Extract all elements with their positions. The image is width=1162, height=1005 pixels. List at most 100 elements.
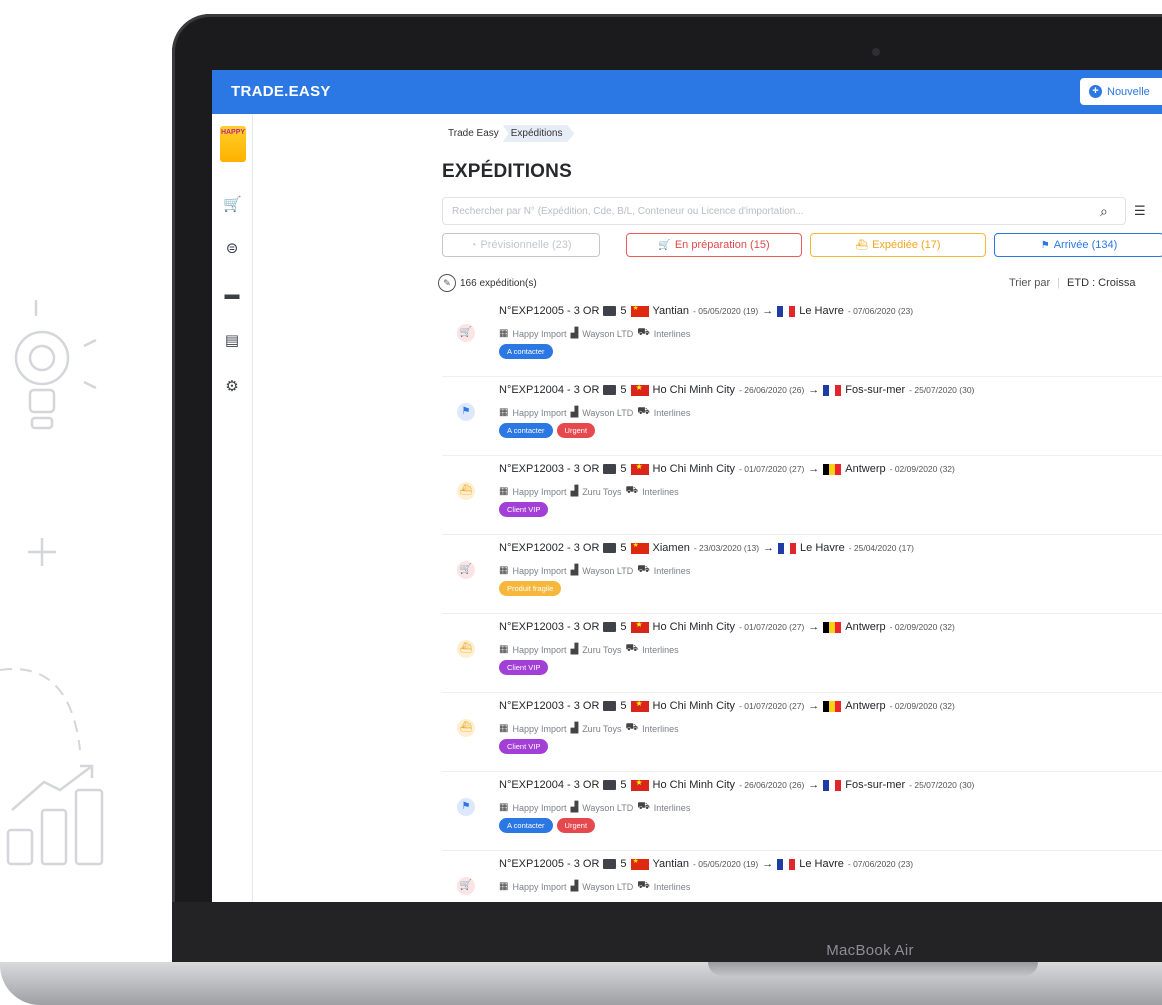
money-icon[interactable]: ⊜ [223, 240, 241, 258]
shipment-row[interactable]: ⛴ N°EXP12003 - 3 OR 5 Ho Chi Minh City- 01/… [442, 614, 1162, 693]
status-tab-label: Expédiée (17) [872, 239, 941, 251]
building-icon: ▦ [499, 881, 509, 892]
tag-badge: A contacter [499, 344, 553, 359]
destination-flag-icon [823, 384, 842, 396]
status-tab-2[interactable]: ⛴ Expédiée (17) [810, 233, 986, 257]
shipment-route: N°EXP12004 - 3 OR 5 Ho Chi Minh City- 26/0… [499, 778, 974, 792]
origin-flag-icon [630, 304, 649, 317]
destination-flag-icon [823, 700, 842, 712]
factory-icon: ▟ [570, 723, 579, 734]
document-icon[interactable]: ▤ [223, 332, 241, 350]
gear-icon[interactable]: ⚙ [223, 378, 241, 396]
forwarder-name: Interlines [653, 565, 691, 576]
factory-icon: ▟ [570, 881, 579, 892]
decorative-illustration [0, 300, 104, 866]
breadcrumb: Trade Easy Expéditions [444, 125, 575, 142]
shipment-row[interactable]: 🛒 N°EXP12005 - 3 OR 5 Yantian- 05/05/2020 (… [442, 851, 1162, 902]
cart-icon: 🛒 [658, 239, 671, 251]
destination-flag-icon [778, 542, 797, 554]
shipment-id[interactable]: N°EXP12002 - 3 OR [499, 542, 599, 554]
package-icon [603, 859, 617, 869]
destination-port: Fos-sur-mer [845, 779, 906, 791]
breadcrumb-home[interactable]: Trade Easy [444, 125, 503, 142]
status-tab-label: En préparation (15) [674, 239, 770, 251]
tag-badge: Client VIP [499, 660, 549, 675]
supplier-name: Zuru Toys [582, 644, 622, 655]
shipment-row[interactable]: ⛴ N°EXP12003 - 3 OR 5 Ho Chi Minh City- 01/… [442, 693, 1162, 772]
cart-icon[interactable]: 🛒 [223, 196, 242, 214]
origin-date: - 23/03/2020 (13) [693, 543, 760, 553]
origin-port: Ho Chi Minh City [652, 463, 736, 475]
sort-control[interactable]: Trier par | ETD : Croissa [1009, 277, 1135, 289]
importer-name: Happy Import [512, 802, 567, 813]
status-tab-3[interactable]: ⚑ Arrivée (134) [994, 233, 1162, 257]
origin-port: Ho Chi Minh City [652, 621, 736, 633]
shipment-id[interactable]: N°EXP12005 - 3 OR [499, 858, 599, 870]
destination-port: Le Havre [799, 858, 844, 870]
shipment-parties: ▦ Happy Import ▟ Zuru Toys ⛟ Interlines [499, 485, 679, 498]
destination-port: Fos-sur-mer [845, 384, 906, 396]
package-icon [603, 780, 617, 790]
plus-icon [28, 538, 56, 566]
supplier-name: Zuru Toys [582, 723, 622, 734]
factory-icon: ▟ [570, 644, 579, 655]
shipment-row[interactable]: ⛴ N°EXP12003 - 3 OR 5 Ho Chi Minh City- 01/… [442, 456, 1162, 535]
shipment-count-label: 166 expédition(s) [460, 277, 537, 289]
arrow-right-icon: → [808, 621, 820, 633]
supplier-name: Wayson LTD [582, 328, 634, 339]
shipped-status-icon: ⛴ [457, 719, 475, 737]
edit-icon[interactable]: ✎ [438, 274, 456, 292]
shipment-id[interactable]: N°EXP12003 - 3 OR [499, 621, 599, 633]
shipment-id[interactable]: N°EXP12004 - 3 OR [499, 779, 599, 791]
shipment-id[interactable]: N°EXP12003 - 3 OR [499, 463, 599, 475]
shipment-id[interactable]: N°EXP12004 - 3 OR [499, 384, 599, 396]
origin-flag-icon [630, 699, 649, 712]
shipment-tags: Produit fragile [499, 581, 562, 596]
package-icon [603, 464, 617, 474]
origin-port: Yantian [652, 858, 690, 870]
search-icon[interactable]: ⌕ [1100, 203, 1108, 220]
status-tab-1[interactable]: 🛒 En préparation (15) [626, 233, 802, 257]
status-tab-0[interactable]: ◔ Prévisionnelle (23) [442, 233, 600, 257]
destination-flag-icon [777, 305, 796, 317]
shipment-parties: ▦ Happy Import ▟ Wayson LTD ⛟ Interlines [499, 880, 690, 893]
preparation-status-icon: 🛒 [457, 324, 475, 342]
origin-date: - 01/07/2020 (27) [739, 464, 805, 474]
company-logo[interactable]: HAPPY [220, 126, 246, 162]
tag-badge: Produit fragile [499, 581, 562, 596]
shipment-id[interactable]: N°EXP12005 - 3 OR [499, 305, 599, 317]
shipment-row[interactable]: ⚑ N°EXP12004 - 3 OR 5 Ho Chi Minh City- 26/… [442, 377, 1162, 456]
brand-title[interactable]: TRADE.EASY [231, 83, 331, 100]
lightbulb-gear-icon [14, 300, 97, 430]
arrow-right-icon: → [762, 305, 774, 317]
shipped-status-icon: ⛴ [457, 640, 475, 658]
shipment-row[interactable]: ⚑ N°EXP12004 - 3 OR 5 Ho Chi Minh City- 26/… [442, 772, 1162, 851]
forwarder-icon: ⛟ [637, 327, 650, 338]
new-shipment-button[interactable]: + Nouvelle [1080, 78, 1162, 105]
origin-flag-icon [630, 857, 649, 870]
destination-port: Le Havre [800, 542, 845, 554]
preparation-status-icon: 🛒 [457, 561, 475, 579]
filter-icon[interactable]: ☰ [1134, 203, 1146, 219]
logo-text: HAPPY [220, 129, 246, 136]
package-count: 5 [620, 542, 627, 554]
shipment-row[interactable]: 🛒 N°EXP12002 - 3 OR 5 Xiamen- 23/03/2020 (1… [442, 535, 1162, 614]
building-icon: ▦ [499, 802, 509, 813]
search-input[interactable]: Rechercher par N° (Expédition, Cde, B/L,… [442, 197, 1126, 225]
package-icon [603, 701, 617, 711]
shipment-id[interactable]: N°EXP12003 - 3 OR [499, 700, 599, 712]
destination-date: - 02/09/2020 (32) [889, 701, 955, 711]
origin-port: Yantian [652, 305, 690, 317]
shipment-route: N°EXP12003 - 3 OR 5 Ho Chi Minh City- 01/0… [499, 462, 955, 476]
package-count: 5 [620, 384, 627, 396]
origin-date: - 05/05/2020 (19) [693, 859, 759, 869]
package-count: 5 [620, 305, 627, 317]
app-screen: TRADE.EASY + Nouvelle HAPPY 🛒 ⊜ ▬ ▤ ⚙ » … [212, 70, 1162, 902]
dashed-arc [0, 668, 81, 751]
arrived-status-icon: ⚑ [457, 798, 475, 816]
shipment-parties: ▦ Happy Import ▟ Zuru Toys ⛟ Interlines [499, 722, 679, 735]
shipment-row[interactable]: 🛒 N°EXP12005 - 3 OR 5 Yantian- 05/05/2020 (… [442, 298, 1162, 377]
origin-port: Ho Chi Minh City [652, 779, 736, 791]
destination-port: Antwerp [845, 463, 886, 475]
container-icon[interactable]: ▬ [223, 286, 241, 304]
